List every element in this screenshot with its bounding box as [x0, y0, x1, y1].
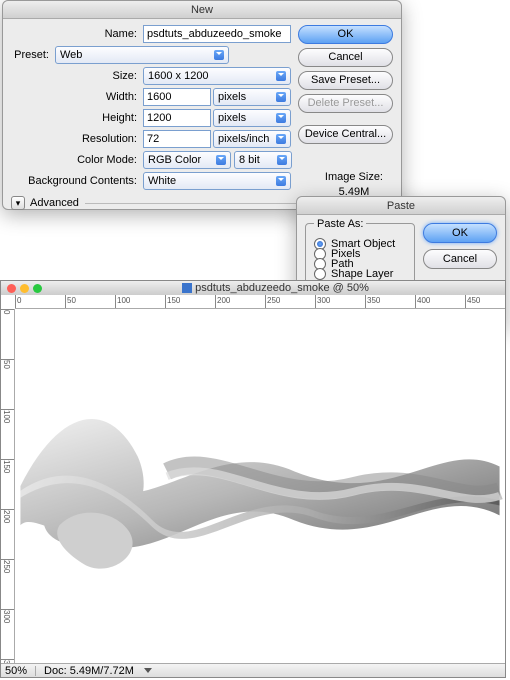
- advanced-toggle[interactable]: ▾: [11, 196, 25, 210]
- size-select[interactable]: 1600 x 1200: [143, 67, 291, 85]
- device-central-button[interactable]: Device Central...: [298, 125, 393, 144]
- ps-file-icon: [182, 283, 192, 293]
- width-input[interactable]: [143, 88, 211, 106]
- height-unit-select[interactable]: pixels: [213, 109, 291, 127]
- bitdepth-select[interactable]: 8 bit: [234, 151, 292, 169]
- new-document-dialog: New Name: Preset: Web Size: 1600 x 1200 …: [2, 0, 402, 210]
- name-label: Name:: [11, 28, 143, 40]
- delete-preset-button: Delete Preset...: [298, 94, 393, 113]
- width-unit-select[interactable]: pixels: [213, 88, 291, 106]
- document-window: psdtuts_abduzeedo_smoke @ 50% 0501001502…: [0, 280, 506, 678]
- paste-dialog-title: Paste: [297, 197, 505, 215]
- canvas[interactable]: [16, 310, 504, 662]
- vertical-ruler[interactable]: 050100150200250300350: [1, 309, 15, 663]
- paste-cancel-button[interactable]: Cancel: [423, 249, 497, 269]
- preset-select[interactable]: Web: [55, 46, 229, 64]
- smoke-artwork: [16, 310, 504, 662]
- height-input[interactable]: [143, 109, 211, 127]
- width-label: Width:: [11, 91, 143, 103]
- resolution-label: Resolution:: [11, 133, 143, 145]
- cancel-button[interactable]: Cancel: [298, 48, 393, 67]
- stat-menu-icon[interactable]: [144, 668, 152, 673]
- name-input[interactable]: [143, 25, 291, 43]
- resolution-input[interactable]: [143, 130, 211, 148]
- radio-shape-layer[interactable]: Shape Layer: [314, 268, 406, 280]
- radio-icon: [314, 268, 326, 280]
- colormode-select[interactable]: RGB Color: [143, 151, 231, 169]
- height-label: Height:: [11, 112, 143, 124]
- paste-ok-button[interactable]: OK: [423, 223, 497, 243]
- new-dialog-title: New: [3, 1, 401, 19]
- preset-label: Preset:: [11, 49, 55, 61]
- advanced-label: Advanced: [30, 197, 79, 209]
- status-bar: 50% Doc: 5.49M/7.72M: [1, 663, 505, 677]
- document-title: psdtuts_abduzeedo_smoke @ 50%: [46, 282, 505, 294]
- zoom-level[interactable]: 50%: [5, 665, 27, 677]
- window-titlebar: psdtuts_abduzeedo_smoke @ 50%: [1, 281, 505, 295]
- horizontal-ruler[interactable]: 050100150200250300350400450: [15, 295, 505, 309]
- resolution-unit-select[interactable]: pixels/inch: [213, 130, 291, 148]
- colormode-label: Color Mode:: [11, 154, 143, 166]
- size-label: Size:: [11, 70, 143, 82]
- bgcontents-select[interactable]: White: [143, 172, 291, 190]
- zoom-traffic-light[interactable]: [33, 284, 42, 293]
- close-traffic-light[interactable]: [7, 284, 16, 293]
- paste-as-legend: Paste As:: [314, 218, 366, 230]
- ok-button[interactable]: OK: [298, 25, 393, 44]
- minimize-traffic-light[interactable]: [20, 284, 29, 293]
- bgcontents-label: Background Contents:: [11, 175, 143, 187]
- doc-stat: Doc: 5.49M/7.72M: [44, 665, 134, 677]
- save-preset-button[interactable]: Save Preset...: [298, 71, 393, 90]
